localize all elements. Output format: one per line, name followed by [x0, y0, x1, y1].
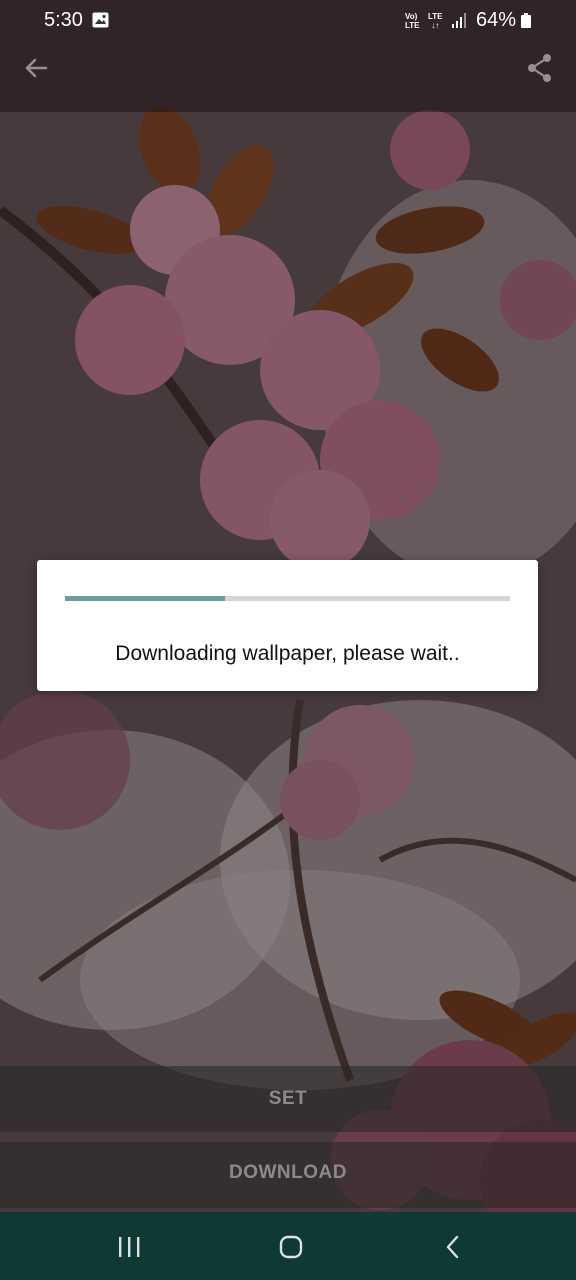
download-button[interactable]: DOWNLOAD	[0, 1142, 576, 1208]
gallery-notification-icon	[92, 12, 109, 28]
battery-icon	[521, 13, 531, 28]
status-bar: 5:30 Vo) LTE LTE ↓↑ 64%	[0, 0, 576, 44]
system-navigation-bar	[0, 1212, 576, 1280]
volte-indicator: Vo) LTE	[405, 12, 420, 30]
progress-bar	[65, 596, 510, 601]
arrow-back-icon[interactable]	[18, 50, 54, 86]
download-progress-dialog: Downloading wallpaper, please wait..	[37, 560, 538, 691]
progress-bar-fill	[65, 596, 226, 601]
status-time: 5:30	[44, 9, 83, 31]
back-icon[interactable]	[438, 1232, 468, 1262]
dialog-message: Downloading wallpaper, please wait..	[115, 642, 460, 665]
share-icon[interactable]	[522, 50, 558, 86]
lte-indicator: LTE ↓↑	[428, 12, 443, 30]
signal-strength-icon	[452, 13, 466, 28]
home-icon[interactable]	[274, 1232, 308, 1262]
recents-icon[interactable]	[112, 1234, 146, 1260]
set-wallpaper-button[interactable]: SET	[0, 1066, 576, 1132]
battery-percentage: 64%	[476, 9, 517, 31]
